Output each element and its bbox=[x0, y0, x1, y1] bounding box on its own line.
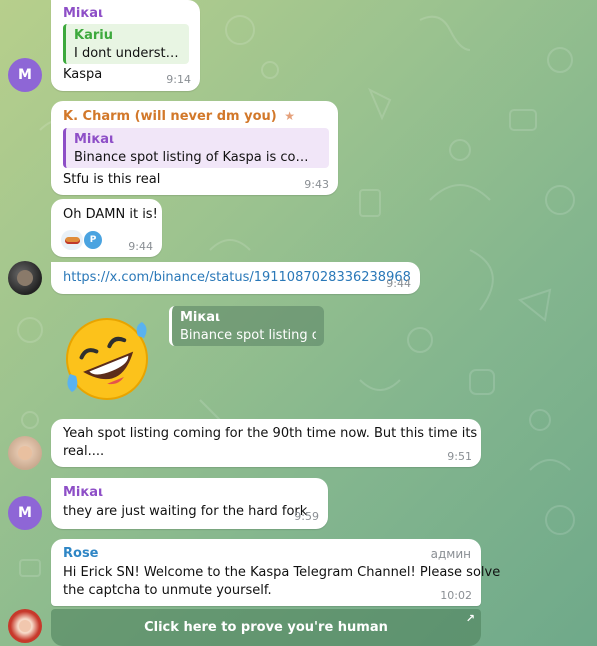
avatar-face-icon bbox=[18, 446, 32, 460]
message-time: 9:44 bbox=[386, 277, 411, 290]
avatar-letter: M bbox=[18, 67, 32, 83]
reply-text: Binance spot listing of Kaspa is coming bbox=[74, 150, 321, 165]
message-bubble[interactable]: Mікаι they are just waiting for the hard… bbox=[51, 478, 328, 529]
captcha-button[interactable]: Click here to prove you're human ↗ bbox=[51, 609, 481, 646]
reply-sender: Mікаι bbox=[180, 310, 221, 325]
admin-badge: админ bbox=[430, 547, 471, 561]
avatar-user[interactable] bbox=[8, 261, 42, 295]
avatar-mikai[interactable]: M bbox=[8, 58, 42, 92]
message-text: Stfu is this real bbox=[63, 172, 161, 187]
sender-name-text: K. Charm (will never dm you) bbox=[63, 109, 277, 124]
message-time: 9:14 bbox=[166, 73, 191, 86]
reaction-hotdog[interactable] bbox=[61, 230, 83, 250]
avatar-photo-icon bbox=[17, 270, 33, 286]
message-text-line1: Yeah spot listing coming for the 90th ti… bbox=[63, 426, 478, 441]
reaction-avatar-letter: P bbox=[89, 235, 97, 245]
message-text-line2: real.... bbox=[63, 444, 105, 459]
message-text: Oh DAMN it is! bbox=[63, 207, 158, 222]
reaction-avatar[interactable]: P bbox=[84, 231, 102, 249]
message-bubble[interactable]: Mікаι Kariu I dont understand Kaspa 9:14 bbox=[51, 0, 200, 91]
sender-name[interactable]: Mікаι bbox=[63, 485, 103, 500]
captcha-button-label: Click here to prove you're human bbox=[144, 620, 388, 635]
reply-text: Binance spot listing o... bbox=[180, 328, 316, 343]
sender-name[interactable]: Rose bbox=[63, 546, 99, 561]
message-time: 9:59 bbox=[294, 510, 319, 523]
avatar-rose[interactable] bbox=[8, 609, 42, 643]
star-icon: ★ bbox=[284, 109, 296, 123]
reply-quote[interactable]: Mікаι Binance spot listing of Kaspa is c… bbox=[63, 128, 329, 168]
message-text: they are just waiting for the hard fork bbox=[63, 504, 308, 519]
external-link-icon: ↗ bbox=[465, 612, 475, 625]
reply-sender: Mікаι bbox=[74, 132, 115, 147]
message-time: 9:43 bbox=[304, 178, 329, 191]
message-bubble[interactable]: Yeah spot listing coming for the 90th ti… bbox=[51, 419, 481, 467]
reply-sender: Kariu bbox=[74, 28, 113, 43]
sender-name[interactable]: K. Charm (will never dm you) ★ bbox=[63, 109, 295, 124]
message-bubble[interactable]: Rose админ Hi Erick SN! Welcome to the K… bbox=[51, 539, 500, 606]
message-bubble[interactable]: K. Charm (will never dm you) ★ Mікаι Bin… bbox=[51, 101, 338, 195]
reply-quote-floating[interactable]: Mікаι Binance spot listing o... bbox=[169, 306, 324, 346]
avatar-letter: M bbox=[18, 505, 32, 521]
message-time: 9:44 bbox=[128, 240, 153, 253]
sender-name[interactable]: Mікаι bbox=[63, 6, 103, 21]
link-url[interactable]: https://x.com/binance/status/19110870283… bbox=[63, 269, 411, 287]
message-text: Kaspa bbox=[63, 67, 103, 82]
reply-text: I dont understand bbox=[74, 46, 181, 61]
message-text-line1: Hi Erick SN! Welcome to the Kaspa Telegr… bbox=[63, 565, 501, 580]
message-time: 9:51 bbox=[447, 450, 472, 463]
hotdog-icon bbox=[64, 236, 80, 244]
message-text-line2: the captcha to unmute yourself. bbox=[63, 583, 272, 598]
avatar-baby[interactable] bbox=[8, 436, 42, 470]
message-time: 10:02 bbox=[440, 589, 472, 602]
avatar-mikai[interactable]: M bbox=[8, 496, 42, 530]
avatar-face-icon bbox=[19, 620, 31, 632]
message-bubble[interactable]: Oh DAMN it is! P 9:44 bbox=[51, 199, 162, 257]
message-bubble[interactable]: https://x.com/binance/status/19110870283… bbox=[51, 262, 420, 294]
reply-quote[interactable]: Kariu I dont understand bbox=[63, 24, 189, 64]
rofl-emoji-sticker[interactable] bbox=[60, 312, 154, 406]
